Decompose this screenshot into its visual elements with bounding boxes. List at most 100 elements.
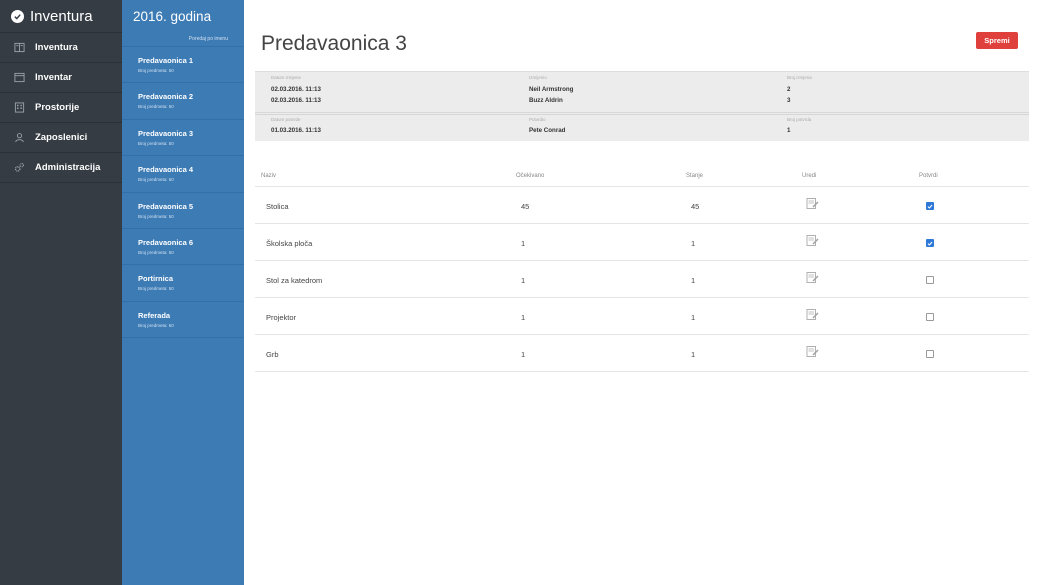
item-name: Školska ploča <box>266 239 313 248</box>
edit-icon[interactable] <box>806 271 819 284</box>
main-content: Predavaonica 3 Spremi Datum izmjene Izmi… <box>244 0 1040 585</box>
item-expected: 1 <box>521 276 526 285</box>
room-item-count: Broj predmeta: 50 <box>138 104 174 110</box>
table-row: Grb 1 1 <box>255 335 1029 372</box>
table-row: Stol za katedrom 1 1 <box>255 261 1029 298</box>
confirm-checkbox[interactable] <box>926 239 934 247</box>
room-item-count: Broj predmeta: 50 <box>138 177 174 183</box>
log-count: 2 <box>787 86 791 93</box>
nav-item-label: Inventar <box>35 72 72 83</box>
column-header-state: Stanje <box>686 173 704 179</box>
change-log: Datum izmjene Izmijenio Broj izmjena 02.… <box>255 71 1029 141</box>
room-name: Predavaonica 1 <box>138 56 194 65</box>
room-name: Predavaonica 6 <box>138 237 194 247</box>
log-count: 3 <box>787 97 791 104</box>
edit-icon[interactable] <box>806 345 819 358</box>
nav-item-administracija[interactable]: Administracija <box>0 153 122 183</box>
room-item[interactable]: Portirnica Broj predmeta: 50 <box>122 265 244 302</box>
column-header-edit: Uredi <box>802 173 817 179</box>
item-state: 1 <box>691 350 696 359</box>
item-state: 1 <box>691 276 696 285</box>
room-name: Predavaonica 3 <box>138 128 194 138</box>
table-row: Projektor 1 1 <box>255 298 1029 335</box>
log-header: Datum potvrde <box>271 117 301 122</box>
room-item[interactable]: Predavaonica 6 Broj predmeta: 50 <box>122 229 244 266</box>
page-title: Predavaonica 3 <box>261 32 407 55</box>
room-item-count: Broj predmeta: 50 <box>138 68 174 73</box>
user-icon <box>13 132 25 144</box>
room-item-count: Broj predmeta: 50 <box>138 322 174 328</box>
main-nav: Inventura Inventura Inventar Prostorije … <box>0 0 122 585</box>
nav-item-prostorije[interactable]: Prostorije <box>0 93 122 123</box>
item-state: 1 <box>691 239 696 248</box>
room-name: Portirnica <box>138 274 174 284</box>
item-name: Stolica <box>266 202 289 211</box>
log-header: Broj izmjena <box>787 75 812 80</box>
nav-item-label: Prostorije <box>35 102 80 113</box>
item-expected: 1 <box>521 350 526 359</box>
log-user: Neil Armstrong <box>529 86 574 93</box>
year-title: 2016. godina <box>133 9 212 24</box>
room-item-count: Broj predmeta: 50 <box>138 249 174 255</box>
nav-item-zaposlenici[interactable]: Zaposlenici <box>0 123 122 153</box>
confirm-checkbox[interactable] <box>926 350 934 358</box>
log-header: Izmijenio <box>529 75 547 80</box>
log-date: 02.03.2016. 11:13 <box>271 86 321 93</box>
room-item[interactable]: Predavaonica 4 Broj predmeta: 50 <box>122 156 244 193</box>
nav-item-label: Inventura <box>35 42 78 53</box>
item-name: Stol za katedrom <box>266 276 323 285</box>
room-name: Predavaonica 4 <box>138 165 194 175</box>
confirm-checkbox[interactable] <box>926 313 934 321</box>
log-header: Potvrdio <box>529 117 546 122</box>
room-item[interactable]: Predavaonica 3 Broj predmeta: 50 <box>122 120 244 157</box>
log-user: Pete Conrad <box>529 127 566 134</box>
log-user: Buzz Aldrin <box>529 97 563 104</box>
column-header-name: Naziv <box>261 173 277 179</box>
edit-icon[interactable] <box>806 234 819 247</box>
nav-item-inventar[interactable]: Inventar <box>0 63 122 93</box>
log-date: 02.03.2016. 11:13 <box>271 97 321 104</box>
room-name: Referada <box>138 310 171 320</box>
log-count: 1 <box>787 127 791 134</box>
check-circle-icon <box>11 9 24 23</box>
room-item[interactable]: Predavaonica 5 Broj predmeta: 50 <box>122 193 244 229</box>
room-item-count: Broj predmeta: 50 <box>138 286 174 292</box>
item-expected: 45 <box>521 202 530 211</box>
log-date: 01.03.2016. 11:13 <box>271 127 321 134</box>
room-item-count: Broj predmeta: 50 <box>138 213 174 219</box>
room-name: Predavaonica 2 <box>138 92 194 102</box>
room-name: Predavaonica 5 <box>138 201 194 211</box>
nav-item-label: Administracija <box>35 162 101 173</box>
box-icon <box>13 72 25 84</box>
item-state: 1 <box>691 313 696 322</box>
room-item[interactable]: Referada Broj predmeta: 50 <box>122 302 244 339</box>
table-row: Stolica 45 45 <box>255 187 1029 224</box>
items-table-header: Naziv Očekivano Stanje Uredi Potvrdi <box>255 173 1029 187</box>
confirm-checkbox[interactable] <box>926 276 934 284</box>
item-name: Projektor <box>266 313 297 322</box>
log-header: Datum izmjene <box>271 75 302 80</box>
column-header-expected: Očekivano <box>516 173 545 179</box>
confirmations-log: Datum potvrde Potvrdio Broj potvrda 01.0… <box>255 114 1029 134</box>
edit-icon[interactable] <box>806 197 819 210</box>
brand[interactable]: Inventura <box>0 0 122 33</box>
item-name: Grb <box>266 350 279 359</box>
item-expected: 1 <box>521 239 526 248</box>
gears-icon <box>13 162 25 174</box>
nav-item-inventura[interactable]: Inventura <box>0 33 122 63</box>
divider <box>255 112 1029 113</box>
confirm-checkbox[interactable] <box>926 202 934 210</box>
save-button[interactable]: Spremi <box>976 32 1018 49</box>
room-item[interactable]: Predavaonica 1 Broj predmeta: 50 <box>122 47 244 84</box>
edit-icon[interactable] <box>806 308 819 321</box>
column-header-confirm: Potvrdi <box>919 173 938 179</box>
rooms-panel: 2016. godina Poredaj po imenu Predavaoni… <box>122 0 244 585</box>
book-icon <box>13 42 25 54</box>
sort-by-name-link[interactable]: Poredaj po imenu <box>122 33 244 47</box>
table-row: Školska ploča 1 1 <box>255 224 1029 261</box>
nav-item-label: Zaposlenici <box>35 132 88 143</box>
room-item[interactable]: Predavaonica 2 Broj predmeta: 50 <box>122 83 244 120</box>
item-expected: 1 <box>521 313 526 322</box>
log-header: Broj potvrda <box>787 117 812 122</box>
room-item-count: Broj predmeta: 50 <box>138 140 174 146</box>
